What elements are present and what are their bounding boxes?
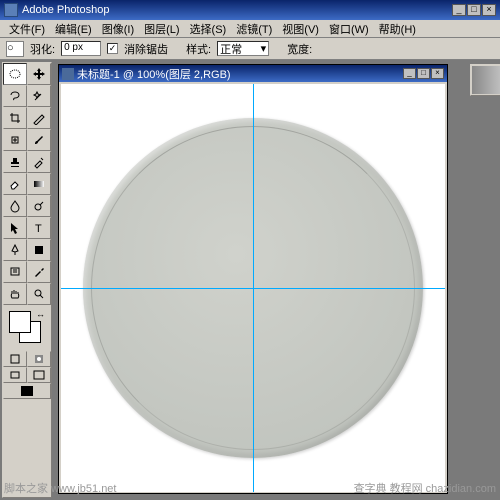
- eyedropper-tool[interactable]: [27, 261, 51, 283]
- marquee-tool[interactable]: [3, 63, 27, 85]
- feather-input[interactable]: 0 px: [61, 41, 101, 56]
- selection-mode-icon[interactable]: ○: [6, 41, 24, 57]
- stamp-tool[interactable]: [3, 151, 27, 173]
- app-title: Adobe Photoshop: [22, 4, 109, 16]
- antialias-label: 消除锯齿: [124, 41, 168, 57]
- dodge-tool[interactable]: [27, 195, 51, 217]
- watermark-left: 脚本之家 www.jb51.net: [4, 480, 116, 496]
- document-icon: [62, 68, 74, 80]
- healing-tool[interactable]: [3, 129, 27, 151]
- hand-tool[interactable]: [3, 283, 27, 305]
- canvas-area: 未标题-1 @ 100%(图层 2,RGB) _ □ ×: [54, 60, 500, 500]
- pen-tool[interactable]: [3, 239, 27, 261]
- navigator-thumb: [472, 66, 500, 94]
- blur-tool[interactable]: [3, 195, 27, 217]
- menu-filter[interactable]: 滤镜(T): [231, 21, 277, 37]
- document-window: 未标题-1 @ 100%(图层 2,RGB) _ □ ×: [58, 64, 448, 494]
- doc-minimize-button[interactable]: _: [403, 68, 416, 79]
- app-icon: [4, 3, 18, 17]
- horizontal-guide[interactable]: [61, 288, 445, 289]
- doc-maximize-button[interactable]: □: [417, 68, 430, 79]
- slice-tool[interactable]: [27, 107, 51, 129]
- color-picker[interactable]: ↔: [5, 309, 49, 347]
- canvas[interactable]: [61, 84, 445, 492]
- brush-tool[interactable]: [27, 129, 51, 151]
- toolbox: T ↔: [2, 62, 52, 498]
- doc-close-button[interactable]: ×: [431, 68, 444, 79]
- feather-label: 羽化:: [30, 41, 55, 57]
- style-dropdown[interactable]: 正常▾: [217, 41, 269, 56]
- swap-colors-icon[interactable]: ↔: [36, 309, 45, 319]
- menu-help[interactable]: 帮助(H): [374, 21, 421, 37]
- menu-image[interactable]: 图像(I): [97, 21, 139, 37]
- menu-view[interactable]: 视图(V): [277, 21, 324, 37]
- foreground-color[interactable]: [9, 311, 31, 333]
- screen-full[interactable]: [3, 383, 51, 399]
- screen-standard[interactable]: [3, 367, 27, 383]
- menu-layer[interactable]: 图层(L): [139, 21, 184, 37]
- svg-text:T: T: [35, 223, 42, 235]
- style-label: 样式:: [186, 41, 211, 57]
- watermark-right: 查字典 教程网 chazidian.com: [354, 480, 496, 496]
- menu-window[interactable]: 窗口(W): [324, 21, 374, 37]
- lasso-tool[interactable]: [3, 85, 27, 107]
- menubar: 文件(F) 编辑(E) 图像(I) 图层(L) 选择(S) 滤镜(T) 视图(V…: [0, 20, 500, 38]
- document-titlebar[interactable]: 未标题-1 @ 100%(图层 2,RGB) _ □ ×: [59, 65, 447, 82]
- zoom-tool[interactable]: [27, 283, 51, 305]
- quickmask-mode[interactable]: [27, 351, 51, 367]
- move-tool[interactable]: [27, 63, 51, 85]
- document-title: 未标题-1 @ 100%(图层 2,RGB): [77, 66, 231, 82]
- wand-tool[interactable]: [27, 85, 51, 107]
- menu-edit[interactable]: 编辑(E): [50, 21, 97, 37]
- eraser-tool[interactable]: [3, 173, 27, 195]
- width-label: 宽度:: [287, 41, 312, 57]
- gradient-tool[interactable]: [27, 173, 51, 195]
- crop-tool[interactable]: [3, 107, 27, 129]
- minimize-button[interactable]: _: [452, 4, 466, 16]
- maximize-button[interactable]: □: [467, 4, 481, 16]
- standard-mode[interactable]: [3, 351, 27, 367]
- menu-file[interactable]: 文件(F): [4, 21, 50, 37]
- history-brush-tool[interactable]: [27, 151, 51, 173]
- app-titlebar: Adobe Photoshop _ □ ×: [0, 0, 500, 20]
- menu-select[interactable]: 选择(S): [185, 21, 232, 37]
- screen-full-menu[interactable]: [27, 367, 51, 383]
- antialias-checkbox[interactable]: ✓: [107, 43, 118, 54]
- path-select-tool[interactable]: [3, 217, 27, 239]
- close-button[interactable]: ×: [482, 4, 496, 16]
- notes-tool[interactable]: [3, 261, 27, 283]
- type-tool[interactable]: T: [27, 217, 51, 239]
- shape-tool[interactable]: [27, 239, 51, 261]
- options-bar: ○ 羽化: 0 px ✓ 消除锯齿 样式: 正常▾ 宽度:: [0, 38, 500, 60]
- workspace: T ↔ 未标题-1 @ 100%(图层 2,RGB) _ □ ×: [0, 60, 500, 500]
- navigator-panel[interactable]: [470, 64, 500, 96]
